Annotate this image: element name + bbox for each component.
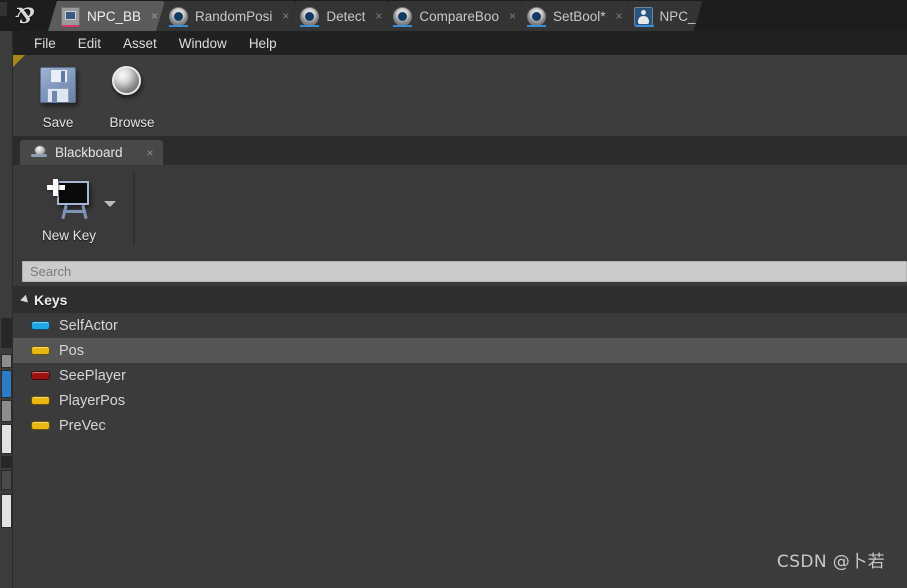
close-icon[interactable]: × [282, 10, 289, 22]
list-item[interactable]: Pos [13, 338, 907, 363]
close-icon[interactable]: × [147, 146, 154, 160]
close-icon[interactable]: × [509, 10, 516, 22]
main-toolbar: Save Browse [13, 55, 907, 137]
new-key-button-label: New Key [41, 228, 97, 243]
list-item[interactable]: SelfActor [13, 313, 907, 338]
list-item[interactable]: SeePlayer [13, 363, 907, 388]
watermark: CSDN @卜若 [776, 552, 885, 572]
magnifier-icon [108, 63, 156, 111]
blueprint-icon [393, 7, 412, 26]
menu-item-help[interactable]: Help [238, 33, 288, 54]
search-input[interactable] [22, 260, 907, 282]
menu-item-file[interactable]: File [23, 33, 67, 54]
browse-button-label: Browse [109, 115, 155, 130]
key-type-color-swatch [31, 396, 50, 405]
pawn-icon [634, 7, 653, 26]
panel-tab-blackboard[interactable]: Blackboard × [20, 140, 163, 165]
asset-tab-bar: ⅋ NPC_BB × RandomPosi × Detect × Compare… [0, 0, 907, 31]
toolbar-button-group: Save Browse [21, 59, 169, 130]
list-item[interactable]: PlayerPos [13, 388, 907, 413]
asset-tab-detect[interactable]: Detect × [287, 1, 389, 31]
pawn-icon-underline [635, 25, 654, 27]
blackboard-toolbar: New Key [13, 165, 907, 256]
floppy-body [40, 67, 76, 103]
asset-tab-label: RandomPosi [195, 8, 273, 24]
save-button-label: Save [42, 115, 74, 130]
blackboard-icon [61, 7, 80, 26]
floppy-shutter [50, 69, 68, 83]
floppy-label [47, 88, 69, 103]
keys-section-header[interactable]: Keys [13, 286, 907, 313]
asset-tab-label: Detect [326, 8, 366, 24]
unreal-blackboard-editor-window: ⅋ NPC_BB × RandomPosi × Detect × Compare… [0, 0, 907, 588]
key-name-label: SelfActor [59, 317, 118, 334]
blackboard-keys-list[interactable]: SelfActor Pos SeePlayer PlayerPos PreVec [13, 313, 907, 588]
asset-tab-label: NPC_ [659, 8, 696, 24]
key-name-label: PreVec [59, 417, 106, 434]
left-dock-chip-2[interactable] [1, 354, 12, 368]
blackboard-panel-icon [31, 144, 47, 161]
close-icon[interactable]: × [375, 10, 382, 22]
menu-item-asset[interactable]: Asset [112, 33, 168, 54]
logo-glyph: ⅋ [14, 3, 34, 28]
asset-tab-label: CompareBoo [419, 8, 499, 24]
asset-tab-setbool[interactable]: SetBool* × [514, 1, 630, 31]
browse-button[interactable]: Browse [95, 59, 169, 130]
asset-tab-label: NPC_BB [87, 8, 142, 24]
asset-tab-label: SetBool* [552, 8, 606, 24]
blueprint-icon [169, 7, 188, 26]
left-dock-strip-body [0, 30, 13, 588]
chevron-down-icon[interactable] [104, 201, 116, 207]
asset-tab-npc-bb[interactable]: NPC_BB × [48, 1, 165, 31]
key-type-color-swatch [31, 371, 50, 380]
save-button[interactable]: Save [21, 59, 95, 130]
blueprint-icon [300, 7, 319, 26]
new-key-crossbar [63, 210, 86, 213]
left-dock-chip-3[interactable] [1, 370, 12, 398]
asset-tab-npc[interactable]: NPC_ [621, 1, 703, 31]
key-type-color-swatch [31, 321, 50, 330]
search-row [13, 256, 907, 286]
panel-tab-label: Blackboard [55, 145, 123, 160]
unreal-engine-logo-icon[interactable]: ⅋ [0, 0, 48, 31]
new-key-board-icon [43, 177, 95, 225]
key-name-label: Pos [59, 342, 84, 359]
keys-section-title: Keys [34, 291, 68, 308]
left-dock-chip-8[interactable] [1, 494, 12, 528]
magnifier-lens [112, 66, 141, 95]
plus-icon-vertical [53, 179, 58, 196]
menu-item-window[interactable]: Window [168, 33, 238, 54]
menu-item-edit[interactable]: Edit [67, 33, 112, 54]
left-dock-chip-4[interactable] [1, 400, 12, 422]
list-item[interactable]: PreVec [13, 413, 907, 438]
left-dock-chip-1[interactable] [1, 318, 12, 348]
asset-tab-compareboo[interactable]: CompareBoo × [380, 1, 523, 31]
blueprint-icon [527, 7, 546, 26]
expand-collapse-icon[interactable] [20, 294, 31, 305]
asset-tab-randomposi[interactable]: RandomPosi × [156, 1, 296, 31]
toolbar-divider [133, 173, 135, 245]
logo-corner-square [0, 2, 7, 16]
menu-bar: File Edit Asset Window Help [13, 31, 907, 55]
key-type-color-swatch [31, 421, 50, 430]
new-key-button[interactable]: New Key [25, 175, 113, 243]
close-icon[interactable]: × [616, 10, 623, 22]
left-dock-chip-5[interactable] [1, 424, 12, 454]
key-name-label: PlayerPos [59, 392, 126, 409]
left-dock-strip [0, 0, 13, 588]
left-dock-chip-7[interactable] [1, 470, 12, 490]
key-name-label: SeePlayer [59, 367, 126, 384]
key-type-color-swatch [31, 346, 50, 355]
floppy-disk-icon [34, 63, 82, 111]
panel-tab-strip: Blackboard × [13, 137, 907, 165]
close-icon[interactable]: × [151, 10, 158, 22]
left-dock-chip-6[interactable] [1, 456, 12, 468]
